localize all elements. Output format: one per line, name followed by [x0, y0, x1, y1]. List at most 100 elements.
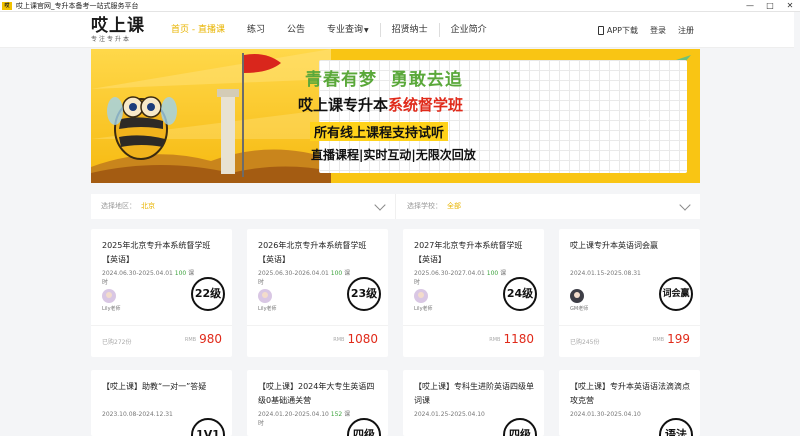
course-date-range: 2024.06.30-2025.04.01	[102, 270, 173, 277]
price-value: 1180	[503, 332, 534, 346]
region-select[interactable]: 选择地区： 北京	[101, 194, 155, 219]
region-value: 北京	[141, 202, 155, 210]
card-divider	[559, 325, 700, 326]
course-dates: 2024.01.15-2025.08.31	[570, 269, 666, 278]
course-card[interactable]: 哎上课专升本英语词会赢 2024.01.15-2025.08.31 词会赢 GM…	[559, 229, 700, 357]
course-title: 2025年北京专升本系统督学班【英语】	[102, 241, 211, 264]
login-link[interactable]: 登录	[650, 25, 666, 36]
course-title: 【哎上课】专升本英语语法滴滴点攻克营	[570, 382, 690, 405]
chevron-right-icon[interactable]: ›	[645, 108, 651, 127]
level-badge: 22级	[191, 277, 225, 311]
main-nav: 首页 - 直播课 练习 公告 专业查询▼ 招贤纳士 企业简介	[160, 12, 498, 48]
teacher-name: Lily老师	[414, 306, 433, 312]
chevron-down-icon[interactable]	[374, 199, 386, 211]
course-title: 2027年北京专升本系统督学班【英语】	[414, 241, 523, 264]
level-badge: 语法	[659, 418, 693, 436]
price-value: 1080	[347, 332, 378, 346]
course-dates: 2025.06.30-2026.04.01 100 课时	[258, 269, 354, 287]
sold-count: 已购272份	[102, 339, 132, 346]
banner-subtitle: 所有线上课程支持试听	[310, 122, 449, 141]
course-dates: 2025.06.30-2027.04.01 100 课时	[414, 269, 510, 287]
banner-headline-part2: 勇敢去追	[390, 70, 463, 90]
course-title: 【哎上课】专科生进阶英语四级单词课	[414, 382, 534, 405]
course-dates: 2023.10.08-2024.12.31	[102, 410, 198, 419]
app-download-link[interactable]: APP下载	[597, 25, 638, 36]
price-value: 199	[667, 332, 690, 346]
course-dates: 2024.06.30-2025.04.01 100 课时	[102, 269, 198, 287]
teacher-name: Lily老师	[258, 306, 277, 312]
site-header: 哎上课 专注专升本 首页 - 直播课 练习 公告 专业查询▼ 招贤纳士 企业简介…	[0, 12, 794, 48]
course-price: RMB 1180	[489, 332, 534, 346]
banner-features: 直播课程|实时互动|无限次回放	[311, 148, 476, 162]
course-date-range: 2025.06.30-2027.04.01	[414, 270, 485, 277]
level-badge: 1V1	[191, 418, 225, 436]
school-value: 全部	[447, 202, 461, 210]
card-divider	[247, 325, 388, 326]
school-label: 选择学校：	[407, 202, 442, 210]
course-dates: 2024.01.20-2025.04.10 152 课时	[258, 410, 354, 428]
nav-major-search-label: 专业查询	[327, 25, 364, 35]
currency-label: RMB	[333, 336, 345, 343]
maximize-button[interactable]: □	[760, 0, 780, 12]
course-card[interactable]: 【哎上课】2024年大专生英语四级0基础通关营 2024.01.20-2025.…	[247, 370, 388, 436]
register-link[interactable]: 注册	[678, 25, 694, 36]
level-badge: 23级	[347, 277, 381, 311]
course-title: 哎上课专升本英语词会赢	[570, 241, 658, 250]
course-date-range: 2024.01.25-2025.04.10	[414, 411, 485, 418]
nav-home-live[interactable]: 首页 - 直播课	[160, 12, 236, 48]
nav-careers[interactable]: 招贤纳士	[381, 12, 439, 48]
chevron-down-icon[interactable]	[679, 199, 691, 211]
course-card[interactable]: 【哎上课】专升本英语语法滴滴点攻克营 2024.01.30-2025.04.10…	[559, 370, 700, 436]
level-badge: 词会赢	[659, 277, 693, 311]
course-card[interactable]: 【哎上课】专科生进阶英语四级单词课 2024.01.25-2025.04.10 …	[403, 370, 544, 436]
course-card[interactable]: 【哎上课】助教“一对一”答疑 2023.10.08-2024.12.31 1V1	[91, 370, 232, 436]
banner-title: 哎上课专升本系统督学班	[298, 94, 463, 115]
course-date-range: 2024.01.15-2025.08.31	[570, 270, 641, 277]
course-price: RMB 980	[185, 332, 222, 346]
filter-divider	[395, 194, 396, 219]
card-divider	[403, 325, 544, 326]
course-price: RMB 199	[653, 332, 690, 346]
banner-headline-part1: 青春有梦	[305, 70, 377, 90]
course-date-range: 2024.01.20-2025.04.10	[258, 411, 329, 418]
school-select[interactable]: 选择学校： 全部	[407, 194, 461, 219]
banner-title-part2: 系统督学班	[388, 96, 464, 114]
sold-count: 已购245份	[570, 339, 600, 346]
teacher-name: Lily老师	[102, 306, 121, 312]
banner-title-part1: 哎上课专升本	[298, 96, 389, 114]
app-download-label: APP下载	[606, 25, 638, 35]
currency-label: RMB	[489, 336, 501, 343]
course-date-range: 2024.01.30-2025.04.10	[570, 411, 641, 418]
course-date-range: 2023.10.08-2024.12.31	[102, 411, 173, 418]
avatar	[414, 289, 428, 303]
teacher-name: GM老师	[570, 306, 589, 312]
course-hours: 100	[486, 270, 499, 277]
minimize-button[interactable]: —	[740, 0, 760, 12]
phone-icon	[597, 25, 604, 35]
course-price: RMB 1080	[333, 332, 378, 346]
close-button[interactable]: ✕	[780, 0, 800, 12]
course-hours: 152	[330, 411, 343, 418]
course-card[interactable]: 2026年北京专升本系统督学班【英语】 2025.06.30-2026.04.0…	[247, 229, 388, 357]
course-dates: 2024.01.30-2025.04.10	[570, 410, 666, 419]
level-badge: 四级	[503, 418, 537, 436]
course-card[interactable]: 2027年北京专升本系统督学班【英语】 2025.06.30-2027.04.0…	[403, 229, 544, 357]
course-hours: 100	[174, 270, 187, 277]
avatar	[258, 289, 272, 303]
nav-announcements[interactable]: 公告	[276, 12, 316, 48]
nav-major-search[interactable]: 专业查询▼	[316, 12, 380, 48]
window-title: 哎上课官网_专升本备考一站式服务平台	[16, 1, 139, 10]
course-dates: 2024.01.25-2025.04.10	[414, 410, 510, 419]
filter-bar: 选择地区： 北京 选择学校： 全部	[91, 194, 700, 219]
currency-label: RMB	[652, 336, 665, 343]
chevron-down-icon: ▼	[364, 27, 369, 34]
nav-about[interactable]: 企业简介	[440, 12, 498, 48]
logo-slogan: 专注专升本	[91, 36, 132, 43]
course-title: 2026年北京专升本系统督学班【英语】	[258, 241, 367, 264]
course-card[interactable]: 2025年北京专升本系统督学班【英语】 2024.06.30-2025.04.0…	[91, 229, 232, 357]
course-title: 【哎上课】助教“一对一”答疑	[102, 382, 207, 391]
nav-practice[interactable]: 练习	[236, 12, 276, 48]
site-logo[interactable]: 哎上课 专注专升本	[91, 16, 151, 46]
level-badge: 24级	[503, 277, 537, 311]
app-icon: 哎	[2, 1, 12, 10]
